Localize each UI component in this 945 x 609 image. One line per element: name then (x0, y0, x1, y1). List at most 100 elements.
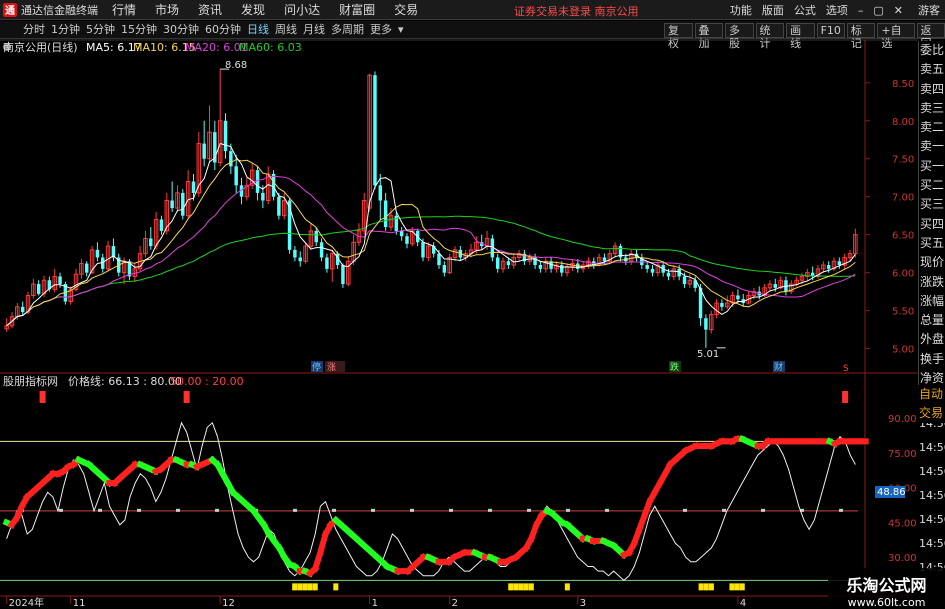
bottom-signal-17 (739, 583, 745, 591)
bottom-signal-15 (729, 583, 735, 591)
chart-canvas[interactable]: 8.508.007.507.006.506.005.505.002024年 11 1… (0, 0, 945, 609)
time-label-3: 14:56 (919, 465, 945, 478)
indicator-series (0, 391, 869, 591)
sidebar-maisi-sell[interactable]: 卖四 (919, 80, 945, 99)
ref-dot-2 (98, 508, 102, 512)
candle-body-137 (736, 295, 740, 300)
date-label-3: 1 (372, 598, 378, 609)
candle-body-112 (602, 257, 607, 262)
candle-body-50 (271, 173, 276, 197)
sidebar-maisi-buy[interactable]: 买四 (919, 215, 945, 234)
bottom-signal-4 (312, 583, 318, 591)
candle-body-58 (314, 230, 318, 243)
bottom-signal-10 (528, 583, 534, 591)
ma10-line (6, 158, 856, 327)
bottom-signal-16 (734, 583, 740, 591)
bottom-signal-7 (513, 583, 519, 591)
ref-dot-3 (137, 508, 141, 512)
bottom-signal-13 (703, 583, 709, 591)
date-label-5: 3 (580, 598, 586, 609)
ind-tick-label-3: 45.00 (888, 518, 917, 529)
candle-body-54 (293, 249, 297, 258)
sidebar-maisan-buy[interactable]: 买三 (919, 195, 945, 214)
sidebar-jiaoyi[interactable]: 交易 (918, 404, 945, 423)
sidebar-zhangdie[interactable]: 涨跌 (919, 273, 945, 292)
sidebar-zidong[interactable]: 自动 (918, 385, 945, 404)
date-label-4: 2 (452, 598, 458, 609)
sidebar-maiyi-buy[interactable]: 买一 (919, 157, 945, 176)
event-badge-s[interactable]: S (843, 364, 849, 374)
candle-body-63 (341, 265, 345, 285)
candle-body-71 (383, 200, 388, 228)
candle-body-60 (325, 257, 329, 269)
ref-dot-17 (683, 508, 687, 512)
time-label-2: 14:56 (919, 441, 945, 454)
ref-dot-10 (410, 508, 414, 512)
price-tick-label-6: 5.50 (892, 307, 914, 318)
top-signal-1 (183, 391, 190, 403)
sidebar-maier-sell[interactable]: 卖二 (919, 118, 945, 137)
bottom-signal-12 (698, 583, 704, 591)
indicator-extra: 50.00 : 20.00 (170, 375, 244, 388)
sidebar-zongliang[interactable]: 总量 (919, 311, 945, 330)
bottom-signal-5 (333, 583, 339, 591)
candle-body-42 (229, 151, 233, 167)
bottom-signal-0 (292, 583, 298, 591)
sidebar-zhangfu[interactable]: 涨幅 (919, 292, 945, 311)
ind-tick-label-4: 30.00 (888, 553, 917, 564)
candle-body-131 (704, 318, 708, 330)
ind-tick-label-0: 90.00 (888, 414, 917, 425)
ref-dot-14 (566, 508, 570, 512)
sidebar-weibi[interactable]: 委比 (919, 41, 945, 60)
candle-body-6 (36, 284, 41, 294)
candle-body-134 (720, 303, 724, 307)
top-signal-0 (39, 391, 46, 403)
candle-body-27 (149, 238, 153, 247)
price-tick-label-7: 5.00 (892, 345, 914, 356)
candlestick-series (4, 69, 858, 348)
candle-body-94 (506, 261, 511, 266)
sidebar-maisan-sell[interactable]: 卖三 (919, 99, 945, 118)
ma60-line (6, 215, 856, 327)
bottom-signal-14 (708, 583, 714, 591)
sidebar-xianjia[interactable]: 现价 (919, 253, 945, 272)
candle-body-48 (261, 192, 265, 201)
ma5-line (6, 142, 856, 327)
quote-sidebar: 委比 卖五 卖四 卖三 卖二 卖一 买一 买二 买三 买四 买五 现价 涨跌 涨… (918, 41, 945, 421)
candle-body-104 (560, 265, 564, 273)
candle-body-144 (773, 284, 778, 288)
ref-dot-4 (176, 508, 180, 512)
bottom-signal-1 (297, 583, 303, 591)
sidebar-waipan[interactable]: 外盘 (919, 330, 945, 349)
sidebar-maiyi-sell[interactable]: 卖一 (919, 137, 945, 156)
ref-dot-5 (215, 508, 219, 512)
date-label-6: 4 (740, 598, 746, 609)
sidebar-maiwu-buy[interactable]: 买五 (919, 234, 945, 253)
site-watermark: 乐淘公式网 www.60lt.com (828, 568, 945, 609)
ref-dot-1 (59, 508, 63, 512)
axes: 8.508.007.507.006.506.005.505.002024年 11 1… (6, 68, 945, 609)
bottom-signal-2 (302, 583, 308, 591)
ref-dot-9 (371, 508, 375, 512)
candle-body-92 (495, 257, 500, 269)
candle-body-75 (405, 236, 409, 244)
candle-body-35 (191, 181, 196, 193)
candle-body-100 (538, 265, 543, 269)
candle-body-127 (682, 276, 687, 285)
event-badge-ting-label: 停 (312, 361, 321, 373)
sidebar-maiwu-sell[interactable]: 卖五 (919, 60, 945, 79)
candle-body-73 (394, 215, 399, 231)
sidebar-maier-buy[interactable]: 买二 (919, 176, 945, 195)
time-label-6: 14:56 (919, 537, 945, 550)
candle-body-37 (202, 143, 206, 159)
candle-body-121 (650, 268, 655, 273)
date-label-2: 12 (222, 598, 235, 609)
candle-body-29 (159, 219, 164, 231)
indicator-name[interactable]: 股朋指标网 (3, 374, 58, 388)
top-signal-2 (842, 391, 849, 403)
watermark-title: 乐淘公式网 (846, 576, 927, 595)
sidebar-huanshou[interactable]: 换手 (919, 350, 945, 369)
bottom-signal-9 (523, 583, 529, 591)
candle-body-124 (666, 272, 671, 277)
stock-name: 南京公用(日线) (3, 40, 78, 54)
